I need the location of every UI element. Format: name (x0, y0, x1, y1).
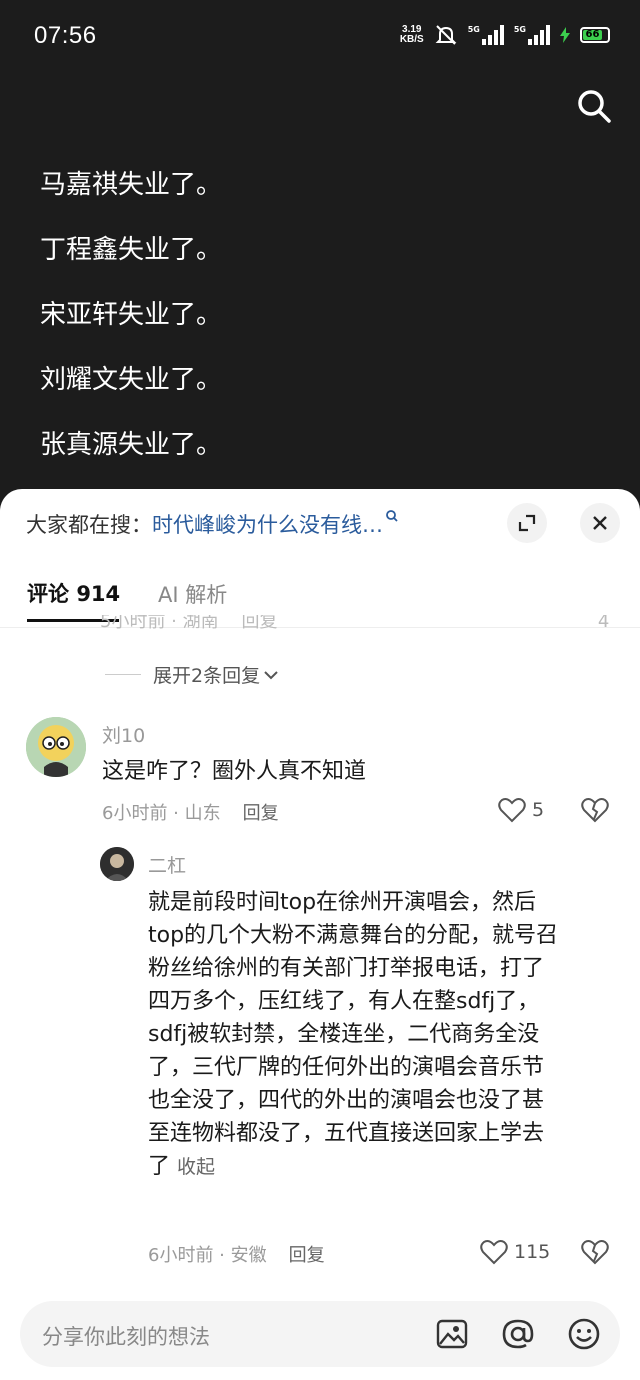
close-panel-button[interactable] (580, 503, 620, 543)
network-speed: 3.19 KB/S (400, 25, 424, 45)
like-count: 5 (532, 799, 545, 821)
signal-2: 5G (514, 25, 550, 45)
broken-heart-icon (581, 1240, 609, 1265)
comment-time-location: 6小时前 · 山东 (102, 803, 221, 824)
search-icon (578, 90, 611, 123)
at-sign-icon (502, 1319, 534, 1349)
expand-replies-label: 展开2条回复 (153, 665, 261, 687)
search-button[interactable] (574, 86, 614, 126)
signal-1-label: 5G (467, 25, 480, 34)
video-line: 马嘉祺失业了。 (40, 170, 223, 200)
comment-text-line: sdfj被软封禁，全楼连坐，二代商务全没 (148, 1022, 540, 1047)
collapse-button[interactable]: 收起 (177, 1156, 215, 1178)
comment-username[interactable]: 二杠 (148, 851, 186, 878)
comment-text-line: 了，三代厂牌的任何外出的演唱会音乐节 (148, 1055, 545, 1080)
charging-bolt-icon (560, 27, 570, 43)
mention-button[interactable] (500, 1316, 536, 1352)
dislike-button[interactable] (581, 1239, 609, 1269)
heart-icon (498, 798, 526, 823)
signal-bars-icon (528, 25, 550, 45)
search-small-icon (386, 510, 398, 522)
cartoon-avatar-icon (26, 717, 86, 777)
network-speed-unit: KB/S (399, 34, 424, 45)
truncated-comment-meta: 5小时前 · 湖南 回复 4 (100, 615, 620, 629)
clock: 07:56 (34, 22, 97, 49)
divider-line (105, 674, 141, 675)
comment-text-line: top的几个大粉不满意舞台的分配，就号召 (148, 923, 559, 948)
heart-icon (480, 1240, 508, 1265)
expand-icon (518, 514, 536, 532)
like-count: 115 (514, 1241, 551, 1263)
comment-count: 914 (76, 582, 121, 606)
chevron-down-icon (264, 670, 278, 679)
emoji-button[interactable] (566, 1316, 602, 1352)
expand-panel-button[interactable] (507, 503, 547, 543)
signal-1: 5G (468, 25, 504, 45)
battery-icon: 66 (580, 27, 610, 43)
comment-meta: 6小时前 · 安徽 回复 (148, 1241, 325, 1267)
video-line: 张真源失业了。 (40, 430, 223, 460)
comment-time-location: 6小时前 · 安徽 (148, 1245, 267, 1266)
comment-text-line: 了 (148, 1154, 171, 1179)
hot-search-bar[interactable]: 大家都在搜：时代峰峻为什么没有线… (26, 509, 399, 539)
tab-comments[interactable]: 评论 914 (27, 578, 120, 608)
mute-bell-icon (435, 25, 457, 45)
comment-username[interactable]: 刘10 (102, 721, 145, 748)
signal-bars-icon (481, 25, 504, 45)
comment-text-line: 四万多个，压红线了，有人在整sdfj了， (148, 989, 540, 1014)
comment-text-line: 也全没了，四代的外出的演唱会也没了甚 (148, 1088, 545, 1113)
comment-text-line: 粉丝给徐州的有关部门打举报电话，打了 (148, 956, 545, 981)
like-button[interactable]: 115 (480, 1239, 550, 1265)
comment-panel: 大家都在搜：时代峰峻为什么没有线… 评论 914 AI 解析 5小时前 · 湖南… (0, 489, 640, 1380)
avatar[interactable] (100, 847, 134, 881)
hot-search-query[interactable]: 时代峰峻为什么没有线… (152, 513, 383, 537)
comment-text: 就是前段时间top在徐州开演唱会，然后 top的几个大粉不满意舞台的分配，就号召… (148, 886, 558, 1184)
comment-input-bar[interactable]: 分享你此刻的想法 (20, 1301, 620, 1367)
reply-button[interactable]: 回复 (243, 803, 279, 824)
video-line: 刘耀文失业了。 (40, 365, 223, 395)
image-icon (436, 1319, 468, 1349)
signal-2-label: 5G (513, 25, 526, 34)
reply-button[interactable]: 回复 (289, 1245, 325, 1266)
status-icons: 3.19 KB/S 5G 5G 66 (400, 24, 610, 46)
expand-replies-button[interactable]: 展开2条回复 (105, 661, 280, 688)
photo-avatar-icon (100, 847, 134, 881)
truncated-meta-text: 5小时前 · 湖南 回复 4 (100, 615, 610, 629)
dislike-button[interactable] (581, 797, 609, 827)
comment-meta: 6小时前 · 山东 回复 (102, 799, 279, 825)
battery-level: 66 (583, 30, 602, 40)
tab-comments-label: 评论 (27, 582, 69, 606)
status-bar: 07:56 3.19 KB/S 5G 5G 66 (0, 0, 640, 72)
avatar[interactable] (26, 717, 86, 777)
broken-heart-icon (581, 798, 609, 823)
video-line: 丁程鑫失业了。 (40, 235, 223, 265)
image-button[interactable] (434, 1316, 470, 1352)
hot-search-prefix: 大家都在搜： (26, 513, 152, 537)
video-caption-lines: 马嘉祺失业了。 丁程鑫失业了。 宋亚轩失业了。 刘耀文失业了。 张真源失业了。 (40, 160, 222, 485)
comment-input-placeholder[interactable]: 分享你此刻的想法 (42, 1321, 210, 1351)
like-button[interactable]: 5 (498, 797, 544, 823)
close-icon (593, 516, 607, 530)
comment-text-line: 至连物料都没了，五代直接送回家上学去 (148, 1121, 545, 1146)
video-line: 宋亚轩失业了。 (40, 300, 223, 330)
smiley-icon (568, 1318, 600, 1350)
comment-text: 这是咋了？圈外人真不知道 (102, 759, 367, 784)
tab-ai-analysis[interactable]: AI 解析 (158, 579, 227, 609)
comment-text-line: 就是前段时间top在徐州开演唱会，然后 (148, 890, 537, 915)
